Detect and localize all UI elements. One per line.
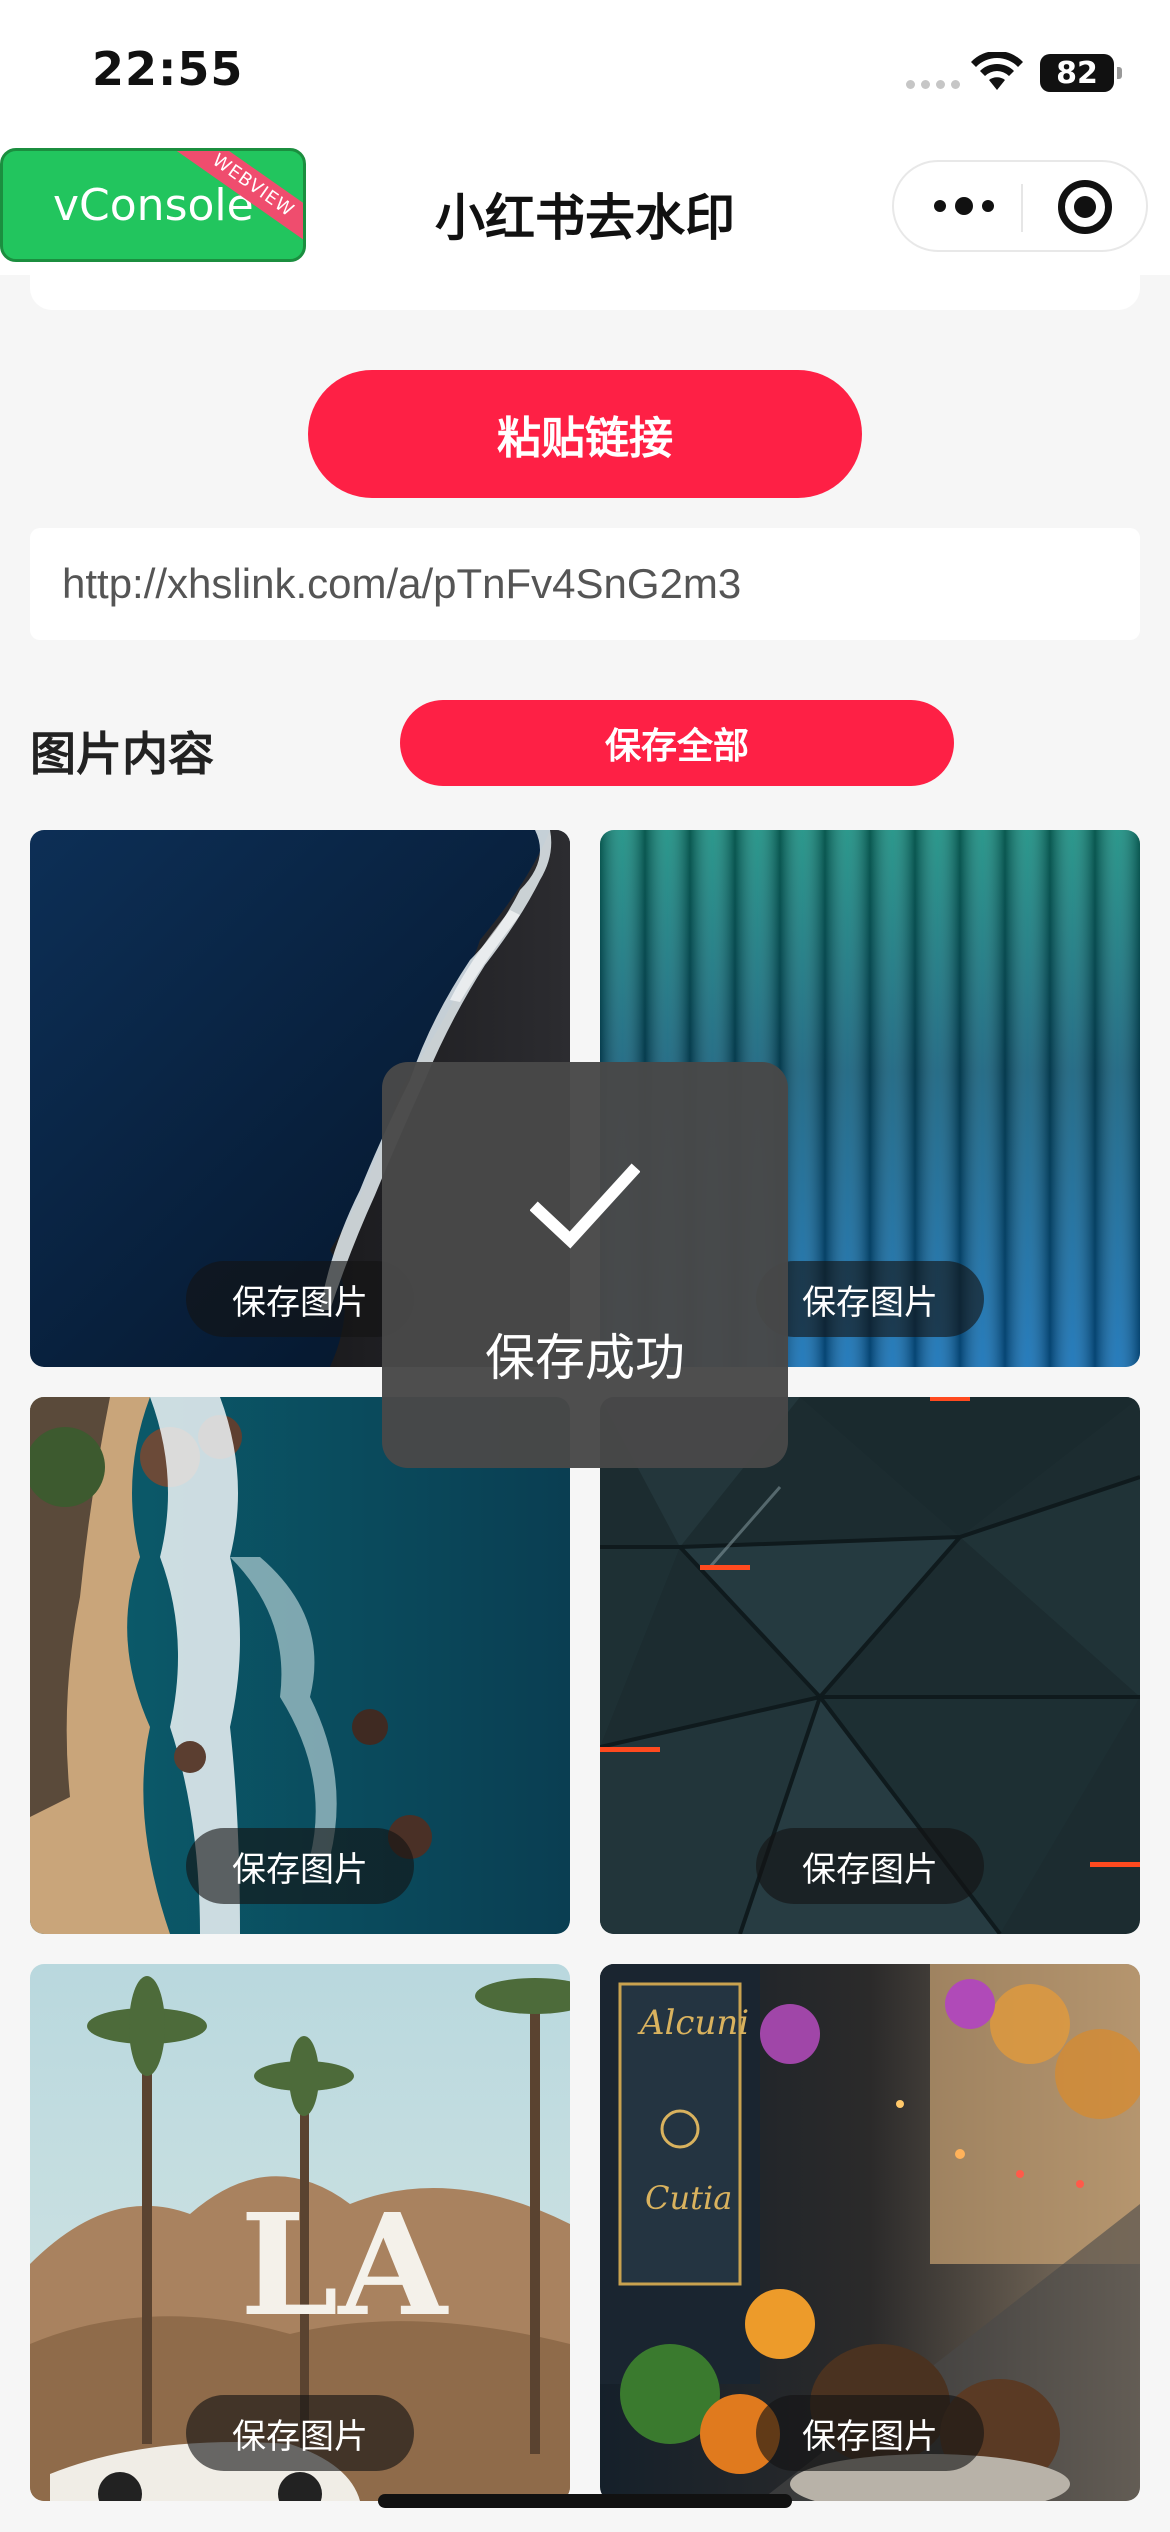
wifi-icon bbox=[971, 52, 1023, 90]
close-icon[interactable] bbox=[1058, 180, 1112, 234]
top-card bbox=[30, 262, 1140, 310]
success-toast: 保存成功 bbox=[382, 1062, 788, 1468]
save-image-button[interactable]: 保存图片 bbox=[186, 1828, 414, 1904]
status-time: 22:55 bbox=[92, 42, 244, 96]
image-card[interactable]: 保存图片 bbox=[30, 1397, 570, 1934]
url-input[interactable] bbox=[30, 528, 1140, 640]
image-card[interactable]: LA 保存图片 bbox=[30, 1964, 570, 2501]
check-icon bbox=[530, 1163, 640, 1249]
save-image-button[interactable]: 保存图片 bbox=[756, 2395, 984, 2471]
images-section-title: 图片内容 bbox=[30, 727, 214, 781]
la-logo: LA bbox=[240, 2184, 449, 2348]
home-indicator[interactable] bbox=[378, 2494, 792, 2508]
capsule-divider bbox=[1021, 184, 1023, 232]
status-bar: 22:55 82 bbox=[0, 0, 1170, 140]
cellular-signal-icon bbox=[906, 80, 960, 89]
battery-icon: 82 bbox=[1040, 54, 1122, 92]
paste-link-button[interactable]: 粘贴链接 bbox=[308, 370, 862, 498]
cafe-sign-bottom: Cutia bbox=[645, 2179, 732, 2217]
save-image-button[interactable]: 保存图片 bbox=[186, 1261, 414, 1337]
save-all-button[interactable]: 保存全部 bbox=[400, 700, 954, 786]
vconsole-label: vConsole bbox=[53, 179, 254, 231]
mini-program-capsule bbox=[892, 160, 1148, 252]
save-image-button[interactable]: 保存图片 bbox=[756, 1828, 984, 1904]
cafe-sign-top: Alcuni bbox=[637, 2003, 749, 2043]
save-image-button[interactable]: 保存图片 bbox=[186, 2395, 414, 2471]
toast-message: 保存成功 bbox=[485, 1329, 685, 1387]
image-card[interactable]: 保存图片 bbox=[600, 1397, 1140, 1934]
more-icon[interactable] bbox=[924, 162, 1004, 250]
save-image-button[interactable]: 保存图片 bbox=[756, 1261, 984, 1337]
image-card[interactable]: Alcuni Cutia 保存图片 bbox=[600, 1964, 1140, 2501]
vconsole-button[interactable]: vConsole WEBVIEW bbox=[0, 148, 306, 262]
